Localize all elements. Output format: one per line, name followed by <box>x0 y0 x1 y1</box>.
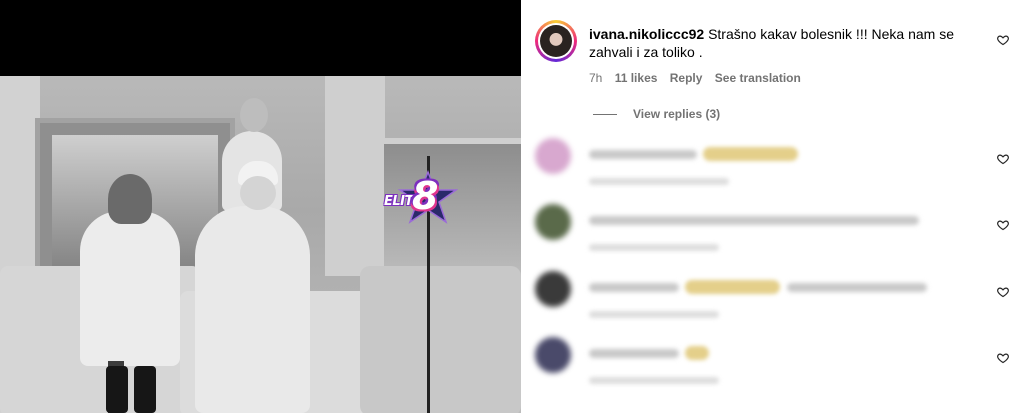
reply-button[interactable]: Reply <box>670 71 703 85</box>
blurred-text <box>589 150 697 159</box>
blurred-text <box>589 283 679 292</box>
blurred-emoji <box>685 346 709 360</box>
sofa <box>360 266 521 413</box>
video-player[interactable]: ELITA 8 <box>0 0 521 413</box>
blurred-text <box>589 349 679 358</box>
person-head <box>240 176 276 210</box>
heart-outline-icon[interactable] <box>997 286 1009 298</box>
person-hair <box>108 174 152 224</box>
person-man-cap <box>195 206 310 413</box>
avatar-photo <box>540 25 572 57</box>
reply-item <box>535 138 1005 188</box>
avatar[interactable] <box>535 337 571 373</box>
blurred-emoji <box>703 147 798 161</box>
wall-panel <box>325 76 385 276</box>
comment-username[interactable]: ivana.nikoliccc92 <box>589 26 704 42</box>
view-replies-label: View replies (3) <box>633 107 721 121</box>
boot <box>134 366 156 413</box>
boot <box>106 366 128 413</box>
reply-item <box>535 271 1005 321</box>
video-frame: ELITA 8 <box>0 76 521 413</box>
avatar[interactable] <box>535 204 571 240</box>
avatar[interactable] <box>535 20 577 62</box>
blurred-meta <box>589 311 719 318</box>
blurred-text <box>589 216 919 225</box>
comment-time[interactable]: 7h <box>589 71 602 85</box>
person-woman <box>80 211 180 366</box>
blurred-emoji <box>685 280 780 294</box>
logo-number: 8 <box>412 174 439 218</box>
blurred-meta <box>589 377 719 384</box>
comments-panel: ivana.nikoliccc92 Strašno kakav bolesnik… <box>521 0 1024 413</box>
letterbox-bar <box>0 0 521 76</box>
blurred-text <box>787 283 927 292</box>
heart-outline-icon[interactable] <box>997 153 1009 165</box>
comment-likes[interactable]: 11 likes <box>615 71 658 85</box>
person-head <box>240 98 268 132</box>
blurred-meta <box>589 178 729 185</box>
see-translation-button[interactable]: See translation <box>715 71 801 85</box>
view-replies-button[interactable]: View replies (3) <box>593 107 720 121</box>
avatar[interactable] <box>535 271 571 307</box>
divider-line <box>593 114 617 116</box>
comment-body: ivana.nikoliccc92 Strašno kakav bolesnik… <box>589 25 969 61</box>
avatar[interactable] <box>535 138 571 174</box>
heart-outline-icon[interactable] <box>997 352 1009 364</box>
comment-meta: 7h 11 likes Reply See translation <box>589 71 810 85</box>
heart-outline-icon[interactable] <box>997 219 1009 231</box>
blurred-meta <box>589 244 719 251</box>
heart-outline-icon[interactable] <box>997 34 1009 46</box>
elita-logo: ELITA 8 <box>378 170 458 230</box>
reply-item <box>535 337 1005 387</box>
reply-item <box>535 204 1005 254</box>
